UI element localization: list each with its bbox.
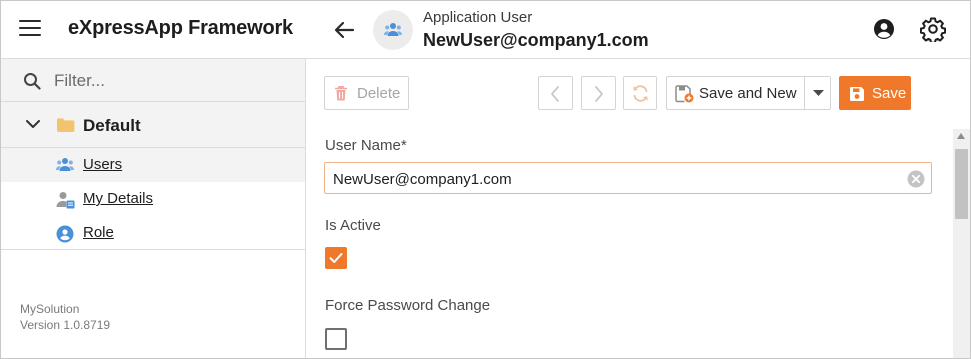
save-and-new-dropdown[interactable]	[804, 77, 831, 109]
is-active-label: Is Active	[325, 217, 381, 234]
force-password-change-label: Force Password Change	[325, 297, 491, 314]
save-label: Save	[872, 85, 907, 102]
account-icon[interactable]	[872, 17, 896, 41]
floppy-disk-icon	[850, 87, 864, 101]
chevron-down-icon	[26, 120, 40, 128]
app-title: eXpressApp Framework	[68, 17, 293, 39]
sidebar-item-my-details[interactable]: My Details	[1, 182, 305, 216]
chevron-right-icon	[595, 86, 603, 102]
checkmark-icon	[329, 253, 343, 263]
user-name-field[interactable]	[324, 162, 932, 194]
sidebar-item-label: Role	[83, 224, 114, 241]
folder-icon	[57, 118, 75, 132]
back-arrow-icon[interactable]	[331, 17, 357, 43]
clear-icon[interactable]	[907, 170, 925, 188]
search-icon	[24, 73, 41, 90]
divider	[1, 249, 305, 250]
sidebar-item-users[interactable]: Users	[1, 148, 305, 182]
nav-group-default[interactable]: Default	[1, 102, 305, 148]
delete-button[interactable]: Delete	[324, 76, 409, 110]
scroll-thumb[interactable]	[955, 149, 968, 219]
view-caption: Application User	[423, 9, 533, 26]
save-and-new-label: Save and New	[699, 85, 797, 102]
view-object-title: NewUser@company1.com	[423, 30, 649, 50]
next-record-button[interactable]	[581, 76, 616, 110]
user-name-label: User Name*	[325, 137, 407, 154]
gear-icon[interactable]	[919, 16, 947, 44]
sidebar-item-label: Users	[83, 156, 123, 173]
about-version: Version 1.0.8719	[20, 318, 111, 332]
caret-down-icon	[813, 90, 824, 96]
filter-placeholder: Filter...	[54, 71, 106, 90]
previous-record-button[interactable]	[538, 76, 573, 110]
chevron-left-icon	[551, 86, 559, 102]
top-bar: eXpressApp Framework Application User Ne…	[1, 1, 970, 59]
save-button[interactable]: Save	[839, 76, 911, 110]
app-window: eXpressApp Framework Application User Ne…	[0, 0, 971, 359]
force-password-change-checkbox[interactable]	[325, 328, 347, 350]
save-and-new-button[interactable]: Save and New	[666, 76, 831, 110]
toolbar: Delete Save and New Save	[306, 59, 970, 125]
is-active-checkbox[interactable]	[325, 247, 347, 269]
save-and-new-icon	[675, 85, 694, 103]
menu-icon[interactable]	[19, 20, 41, 38]
sidebar-item-role[interactable]: Role	[1, 216, 305, 250]
about-app-name: MySolution	[20, 302, 80, 316]
users-icon	[384, 23, 402, 36]
trash-icon	[335, 86, 347, 101]
nav-group-label: Default	[83, 116, 141, 135]
detail-view: Delete Save and New Save User Name* NewU…	[306, 59, 970, 358]
vertical-scrollbar[interactable]	[953, 129, 970, 358]
users-icon	[56, 158, 74, 171]
user-name-input[interactable]	[333, 169, 893, 189]
refresh-icon	[633, 85, 648, 102]
delete-label: Delete	[357, 85, 401, 102]
sidebar-item-label: My Details	[83, 190, 154, 207]
refresh-button[interactable]	[623, 76, 657, 110]
view-avatar	[373, 10, 413, 50]
navigation-sidebar: Filter... Default Users My Details Role …	[1, 59, 306, 358]
role-icon	[56, 225, 74, 243]
nav-filter[interactable]: Filter...	[1, 59, 305, 102]
about-info: MySolution Version 1.0.8719	[20, 301, 110, 333]
user-details-icon	[56, 192, 75, 209]
scroll-up-arrow-icon[interactable]	[957, 133, 965, 139]
